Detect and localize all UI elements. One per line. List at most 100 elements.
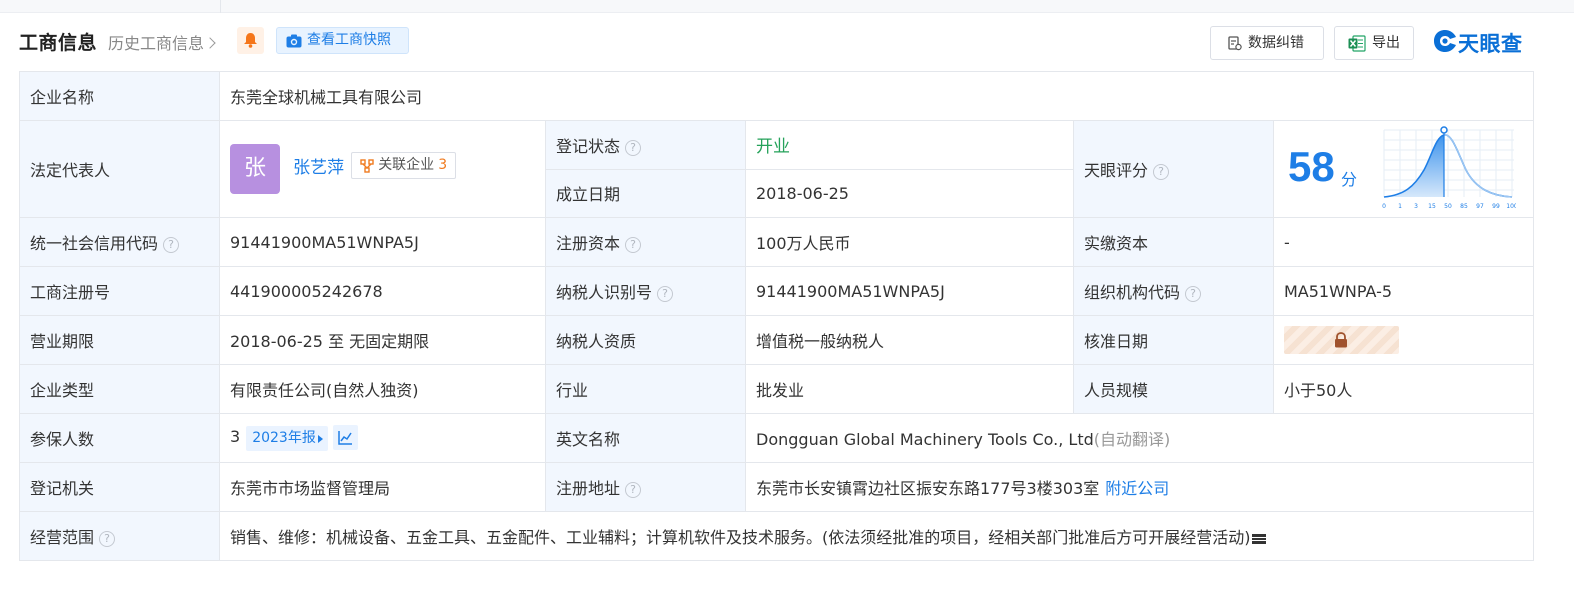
company-name-value: 东莞全球机械工具有限公司	[218, 71, 1535, 121]
score-tick-label: 99	[1492, 203, 1500, 210]
row-type: 企业类型 有限责任公司(自然人独资) 行业 批发业 人员规模 小于50人	[19, 364, 1535, 414]
score-tick-label: 0	[1382, 203, 1386, 210]
score-tick-label: 15	[1428, 203, 1436, 210]
data-correct-label: 数据纠错	[1248, 35, 1304, 51]
lock-icon	[1335, 332, 1347, 348]
snapshot-button[interactable]: 查看工商快照	[276, 27, 409, 54]
row-insured: 参保人数 3 2023年报 英文名称 Dongguan Global Machin…	[19, 413, 1535, 463]
row-credit-code: 统一社会信用代码? 91441900MA51WNPA5J 注册资本? 100万人…	[19, 217, 1535, 267]
nearby-companies-link[interactable]: 附近公司	[1105, 479, 1169, 498]
section-title: 工商信息	[19, 32, 98, 54]
reg-capital-label-cell: 注册资本?	[545, 217, 746, 267]
scope-cell: 销售、维修：机械设备、五金工具、五金配件、工业辅料；计算机软件及技术服务。(依法…	[218, 511, 1535, 561]
credit-code-label: 统一社会信用代码	[30, 234, 159, 253]
type-label: 企业类型	[19, 364, 220, 414]
monitor-bell-button[interactable]	[237, 27, 264, 54]
row-biz-term: 营业期限 2018-06-25 至 无固定期限 纳税人资质 增值税一般纳税人 核…	[19, 315, 1535, 365]
taxpayer-qual-value: 增值税一般纳税人	[745, 315, 1074, 365]
avatar[interactable]: 张	[230, 144, 280, 194]
scope-value: 销售、维修：机械设备、五金工具、五金配件、工业辅料；计算机软件及技术服务。(依法…	[230, 528, 1251, 547]
reg-capital-value: 100万人民币	[745, 217, 1074, 267]
help-icon[interactable]: ?	[625, 139, 642, 156]
business-info-table: 企业名称 东莞全球机械工具有限公司 法定代表人 张 张艺萍 关联企业 3 登记状态…	[19, 71, 1535, 561]
history-link[interactable]: 历史工商信息	[108, 30, 216, 54]
related-count: 3	[438, 156, 448, 173]
english-value: Dongguan Global Machinery Tools Co., Ltd	[756, 430, 1094, 449]
address-label: 注册地址	[556, 479, 621, 498]
reg-status-label-cell: 登记状态?	[545, 120, 746, 170]
scope-label-cell: 经营范围?	[19, 511, 220, 561]
taxpayer-id-label-cell: 纳税人识别号?	[545, 266, 746, 316]
score-label-cell: 天眼评分?	[1073, 120, 1274, 218]
biz-reg-no-value: 441900005242678	[219, 266, 546, 316]
bell-icon	[244, 33, 257, 48]
reg-status-label: 登记状态	[556, 136, 621, 156]
score-cell[interactable]: 58 分 0 1 3 15 50 85 97 99 100	[1272, 120, 1535, 218]
expand-more-icon[interactable]	[1251, 534, 1266, 544]
org-code-value: MA51WNPA-5	[1272, 266, 1535, 316]
legal-rep-name-link[interactable]: 张艺萍	[293, 153, 344, 178]
score-unit: 分	[1341, 170, 1358, 189]
industry-value: 批发业	[745, 364, 1074, 414]
taxpayer-qual-label: 纳税人资质	[545, 315, 746, 365]
legal-rep-cell: 张 张艺萍 关联企业 3	[219, 120, 546, 218]
insured-value: 3	[230, 427, 241, 446]
paid-capital-value: -	[1272, 217, 1535, 267]
history-link-label: 历史工商信息	[108, 34, 205, 53]
row-scope: 经营范围? 销售、维修：机械设备、五金工具、五金配件、工业辅料；计算机软件及技术…	[19, 511, 1535, 561]
help-icon[interactable]: ?	[625, 482, 642, 498]
staff-label: 人员规模	[1073, 364, 1274, 414]
english-cell: Dongguan Global Machinery Tools Co., Ltd…	[744, 413, 1535, 463]
score-tick-label: 1	[1398, 203, 1402, 210]
company-name-label: 企业名称	[19, 71, 220, 121]
row-company-name: 企业名称 东莞全球机械工具有限公司	[19, 71, 1535, 121]
export-button[interactable]: 导出	[1334, 26, 1414, 60]
score-tick-label: 85	[1460, 203, 1468, 210]
staff-value: 小于50人	[1272, 364, 1535, 414]
biz-term-label: 营业期限	[19, 315, 220, 365]
address-label-cell: 注册地址?	[545, 462, 746, 512]
score-distribution-chart: 0 1 3 15 50 85 97 99 100	[1382, 126, 1516, 210]
locked-field[interactable]	[1284, 326, 1399, 354]
approval-date-cell	[1272, 315, 1535, 365]
help-icon[interactable]: ?	[625, 237, 642, 253]
data-correct-button[interactable]: 数据纠错	[1210, 26, 1324, 60]
excel-icon	[1348, 35, 1366, 52]
brand-eye-icon	[1434, 30, 1456, 52]
trend-chart-button[interactable]	[332, 425, 358, 450]
line-chart-icon	[338, 431, 352, 445]
industry-label: 行业	[545, 364, 746, 414]
score-panel: 58 分 0 1 3 15 50 85 97 99 100	[1275, 122, 1533, 217]
reg-capital-label: 注册资本	[556, 234, 621, 253]
export-label: 导出	[1372, 35, 1400, 51]
reg-status-value-cell: 开业	[745, 120, 1074, 170]
help-icon[interactable]: ?	[1185, 286, 1202, 302]
legal-rep-label: 法定代表人	[19, 120, 220, 218]
address-value: 东莞市长安镇霄边社区振安东路177号3楼303室	[756, 479, 1100, 498]
help-icon[interactable]: ?	[99, 531, 116, 547]
tianyancha-logo: 天眼查	[1433, 27, 1534, 57]
insured-cell: 3 2023年报	[219, 413, 546, 463]
help-icon[interactable]: ?	[163, 237, 180, 253]
help-icon[interactable]: ?	[1153, 164, 1170, 180]
auto-translate-note: (自动翻译)	[1093, 430, 1171, 449]
approval-date-label: 核准日期	[1073, 315, 1274, 365]
taxpayer-id-label: 纳税人识别号	[556, 283, 653, 302]
english-label: 英文名称	[545, 413, 746, 463]
org-code-label: 组织机构代码	[1084, 283, 1181, 302]
section-header: 工商信息 历史工商信息 查看工商快照 数据纠错 导出 天眼查	[19, 24, 1534, 60]
related-label: 关联企业	[378, 156, 435, 173]
address-cell: 东莞市长安镇霄边社区振安东路177号3楼303室 附近公司	[744, 462, 1535, 512]
credit-code-label-cell: 统一社会信用代码?	[19, 217, 220, 267]
top-strip	[0, 0, 1574, 13]
row-legal-rep-top: 法定代表人 张 张艺萍 关联企业 3 登记状态? 开业 天眼评分? 58 分 0…	[19, 120, 1535, 218]
help-icon[interactable]: ?	[657, 286, 674, 302]
chevron-right-icon	[204, 37, 216, 49]
annual-report-tag[interactable]: 2023年报	[246, 426, 328, 451]
snapshot-label: 查看工商快照	[307, 32, 391, 48]
related-companies-button[interactable]: 关联企业 3	[351, 151, 457, 179]
score-value: 58	[1288, 143, 1335, 190]
row-authority: 登记机关 东莞市市场监督管理局 注册地址? 东莞市长安镇霄边社区振安东路177号…	[19, 462, 1535, 512]
insured-label: 参保人数	[19, 413, 220, 463]
camera-icon	[286, 34, 302, 48]
